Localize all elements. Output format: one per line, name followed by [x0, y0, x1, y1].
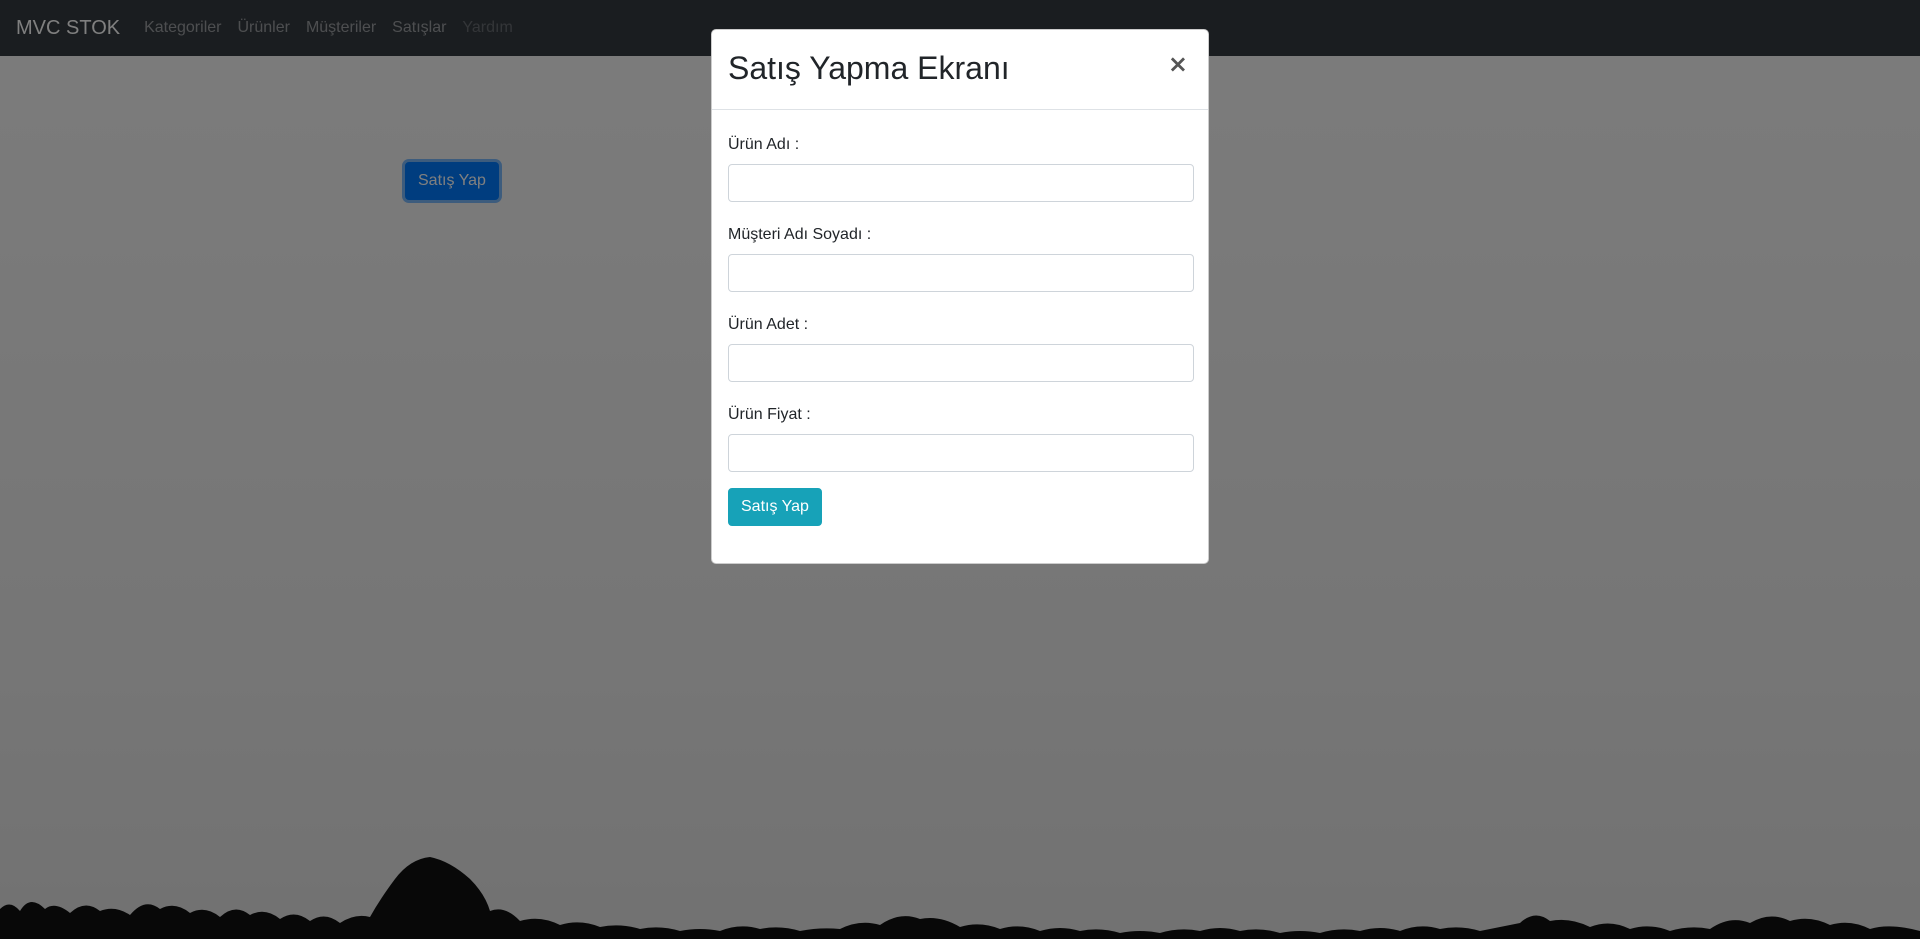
- quantity-input[interactable]: [728, 344, 1194, 382]
- customer-name-label: Müşteri Adı Soyadı :: [728, 226, 872, 243]
- form-group-price: Ürün Fiyat :: [728, 406, 1194, 472]
- price-label: Ürün Fiyat :: [728, 406, 811, 423]
- close-button[interactable]: ×: [1164, 48, 1192, 80]
- modal-body: Ürün Adı : Müşteri Adı Soyadı : Ürün Ade…: [728, 110, 1194, 526]
- form-group-customer-name: Müşteri Adı Soyadı :: [728, 226, 1194, 292]
- form-group-product-name: Ürün Adı :: [728, 136, 1194, 202]
- modal-header: Satış Yapma Ekranı ×: [712, 30, 1208, 110]
- quantity-label: Ürün Adet :: [728, 316, 809, 333]
- price-input[interactable]: [728, 434, 1194, 472]
- customer-name-input[interactable]: [728, 254, 1194, 292]
- form-group-quantity: Ürün Adet :: [728, 316, 1194, 382]
- modal-title: Satış Yapma Ekranı: [728, 50, 1010, 86]
- product-name-label: Ürün Adı :: [728, 136, 800, 153]
- submit-sale-button[interactable]: Satış Yap: [728, 488, 822, 526]
- sale-modal: Satış Yapma Ekranı × Ürün Adı : Müşteri …: [711, 29, 1209, 564]
- product-name-input[interactable]: [728, 164, 1194, 202]
- close-icon: ×: [1167, 50, 1188, 78]
